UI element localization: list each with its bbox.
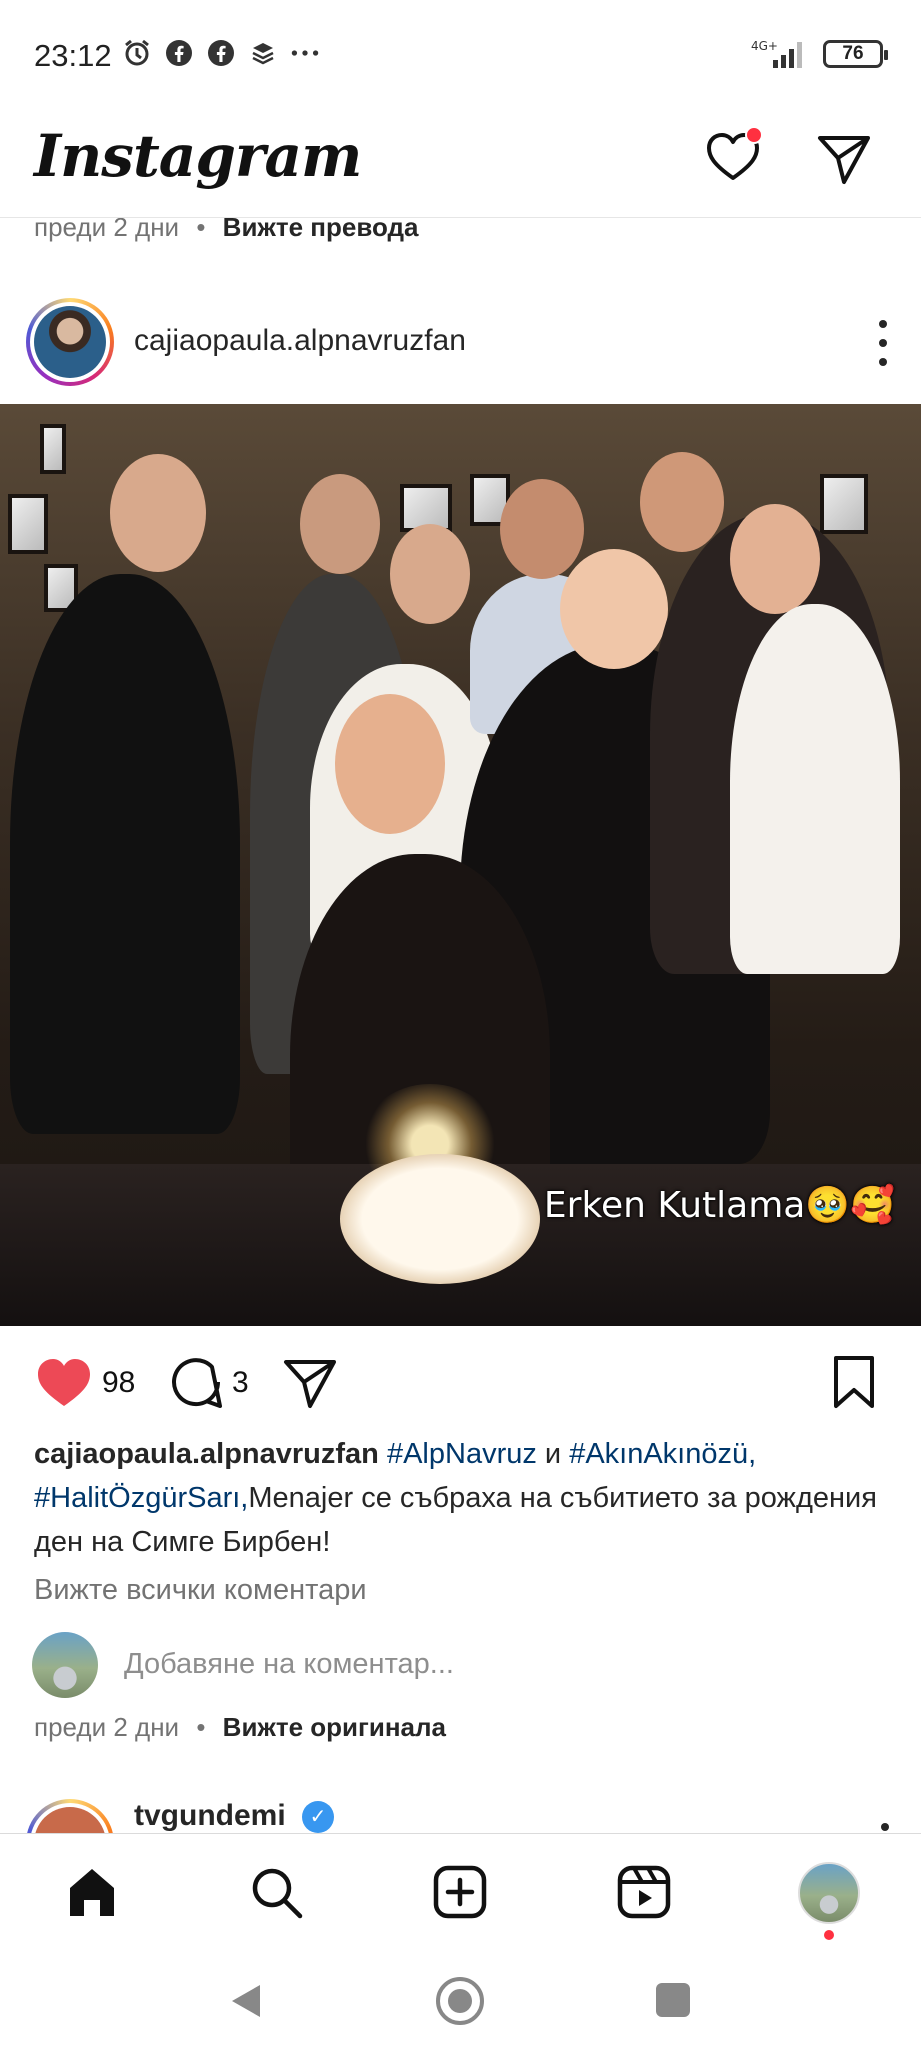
- birthday-cake: [340, 1154, 540, 1284]
- hashtag-link[interactable]: #HalitÖzgürSarı,: [34, 1482, 248, 1514]
- network-signal-icon: 4G+: [751, 38, 811, 75]
- hashtag-link[interactable]: #AlpNavruz: [387, 1438, 537, 1470]
- back-icon[interactable]: [228, 1981, 264, 2026]
- caption-username[interactable]: cajiaopaula.alpnavruzfan: [34, 1438, 379, 1470]
- post-action-bar: 98 3: [0, 1340, 921, 1430]
- status-time: 23:12: [34, 38, 112, 73]
- alarm-icon: [122, 38, 152, 68]
- next-post-options-icon[interactable]: [881, 1823, 889, 1831]
- next-post-avatar[interactable]: [26, 1799, 114, 1835]
- more-dots-icon: [290, 38, 320, 68]
- see-original-link[interactable]: Вижте оригинала: [223, 1712, 446, 1742]
- photo-overlay-text: Erken Kutlama🥹🥰: [543, 1185, 895, 1226]
- post-time: преди 2 дни: [34, 1712, 180, 1742]
- notification-dot: [745, 126, 763, 144]
- likes-count[interactable]: 98: [102, 1366, 135, 1400]
- caption-and-word: и: [544, 1438, 562, 1470]
- hashtag-link[interactable]: #AkınAkınözü,: [569, 1438, 756, 1470]
- direct-messages-icon[interactable]: [814, 128, 874, 188]
- status-bar: 23:12 4G+ 76: [0, 0, 921, 110]
- battery-indicator: 76: [823, 40, 888, 68]
- home-icon[interactable]: [60, 1860, 124, 1924]
- profile-avatar[interactable]: [798, 1862, 860, 1924]
- home-button-icon[interactable]: [436, 1977, 484, 2025]
- status-icons: [122, 38, 320, 68]
- next-post-header: tvgundemi ✓: [0, 1795, 921, 1835]
- post-photo[interactable]: Erken Kutlama🥹🥰: [0, 404, 921, 1326]
- layers-icon: [248, 38, 278, 68]
- system-navigation-bar: [0, 1953, 921, 2048]
- share-send-icon[interactable]: [282, 1354, 338, 1415]
- profile-notification-dot: [824, 1930, 834, 1940]
- meta-separator: •: [196, 1712, 206, 1742]
- facebook-icon: [206, 38, 236, 68]
- post-author-avatar[interactable]: [26, 298, 114, 386]
- post-header: cajiaopaula.alpnavruzfan: [0, 290, 921, 400]
- app-header: Instagram: [0, 110, 921, 218]
- view-all-comments-link[interactable]: Вижте всички коментари: [34, 1574, 367, 1607]
- post-caption: cajiaopaula.alpnavruzfan #AlpNavruz и #A…: [34, 1432, 884, 1564]
- comment-icon[interactable]: [168, 1354, 224, 1415]
- save-bookmark-icon[interactable]: [830, 1354, 878, 1415]
- add-comment-input[interactable]: Добавяне на коментар...: [124, 1648, 454, 1681]
- recent-apps-icon[interactable]: [656, 1983, 690, 2017]
- create-post-icon[interactable]: [428, 1860, 492, 1924]
- search-icon[interactable]: [244, 1860, 308, 1924]
- add-comment-row[interactable]: Добавяне на коментар...: [32, 1632, 892, 1702]
- post-author-username[interactable]: cajiaopaula.alpnavruzfan: [134, 324, 466, 358]
- svg-text:4G+: 4G+: [751, 39, 778, 53]
- like-heart-icon[interactable]: [34, 1354, 94, 1415]
- facebook-icon: [164, 38, 194, 68]
- bottom-navigation: [0, 1833, 921, 1953]
- instagram-logo[interactable]: Instagram: [34, 122, 362, 190]
- reels-icon[interactable]: [612, 1860, 676, 1924]
- next-post-username[interactable]: tvgundemi: [134, 1799, 286, 1833]
- comments-count[interactable]: 3: [232, 1366, 249, 1400]
- post-options-icon[interactable]: [877, 320, 889, 366]
- current-user-avatar: [32, 1632, 98, 1698]
- verified-badge-icon: ✓: [302, 1801, 334, 1833]
- post-meta: преди 2 дни • Вижте оригинала: [34, 1712, 446, 1743]
